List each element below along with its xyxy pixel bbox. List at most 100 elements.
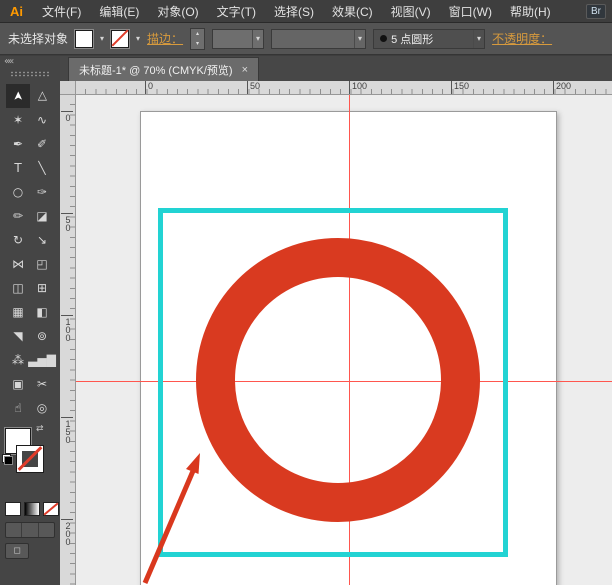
- red-ring-shape[interactable]: [196, 238, 480, 522]
- brush-caret-icon[interactable]: ▾: [473, 29, 484, 48]
- column-graph-tool-icon: ▃▅▇: [28, 353, 56, 367]
- slice-tool[interactable]: ✂: [30, 372, 54, 396]
- screen-mode-icon: ◻: [13, 546, 21, 556]
- free-transform-tool[interactable]: ◰: [30, 252, 54, 276]
- screen-mode-button[interactable]: ◻: [5, 543, 29, 559]
- pen-tool-icon: ✒: [12, 137, 24, 151]
- artboard-tool[interactable]: ▣: [6, 372, 30, 396]
- shape-builder-tool[interactable]: ◫: [6, 276, 30, 300]
- illustrator-logo: Ai: [10, 3, 23, 19]
- horizontal-ruler[interactable]: 0 50 100 150 200: [76, 81, 612, 95]
- weight-caret-icon[interactable]: ▾: [252, 29, 263, 48]
- eyedropper-tool-icon: ◥: [13, 329, 23, 343]
- default-fill-stroke-icon[interactable]: [2, 454, 13, 465]
- color-button[interactable]: [5, 502, 21, 516]
- canvas-area[interactable]: [76, 95, 612, 585]
- gradient-button[interactable]: [24, 502, 40, 516]
- brush-preview-dot-icon: [380, 35, 388, 42]
- width-tool[interactable]: ⋈: [6, 252, 30, 276]
- menu-view[interactable]: 视图(V): [382, 3, 440, 20]
- blend-tool[interactable]: ⊚: [30, 324, 54, 348]
- mesh-tool[interactable]: ▦: [6, 300, 30, 324]
- menu-effect[interactable]: 效果(C): [323, 3, 382, 20]
- gradient-tool-icon: ◧: [36, 305, 48, 319]
- swap-fill-stroke-icon[interactable]: ⇄: [36, 424, 44, 434]
- menu-select[interactable]: 选择(S): [265, 3, 323, 20]
- menu-file[interactable]: 文件(F): [33, 3, 90, 20]
- tab-close-icon[interactable]: ×: [242, 64, 248, 76]
- magic-wand-tool[interactable]: ✶: [6, 108, 30, 132]
- paintbrush-tool[interactable]: ✑: [30, 180, 54, 204]
- stroke-color-swatch[interactable]: [111, 29, 130, 48]
- ellipse-tool[interactable]: ○: [6, 180, 30, 204]
- h-ruler-label: 200: [553, 81, 571, 94]
- rotate-tool[interactable]: ↻: [6, 228, 30, 252]
- opacity-panel-link[interactable]: 不透明度：: [492, 30, 552, 47]
- hand-tool[interactable]: ☝: [6, 396, 30, 420]
- menu-edit[interactable]: 编辑(E): [90, 3, 148, 20]
- illustrator-window: Ai 文件(F) 编辑(E) 对象(O) 文字(T) 选择(S) 效果(C) 视…: [0, 0, 612, 585]
- panel-grip-handle[interactable]: [10, 71, 50, 77]
- fill-color-swatch[interactable]: [75, 29, 94, 48]
- type-tool[interactable]: T: [6, 156, 30, 180]
- fill-caret-icon[interactable]: ▾: [100, 34, 104, 43]
- collapse-panel-icon[interactable]: ««: [4, 56, 14, 67]
- eraser-tool-icon: ◪: [36, 209, 48, 223]
- annotation-arrow-line: [142, 470, 196, 584]
- draw-inside-button[interactable]: [39, 523, 54, 537]
- blob-brush-tool[interactable]: ✐: [30, 132, 54, 156]
- brush-name: 5 点圆形: [391, 33, 434, 46]
- v-ruler-label: 50: [61, 213, 73, 231]
- stepper-down-icon[interactable]: ▾: [191, 39, 204, 49]
- column-graph-tool[interactable]: ▃▅▇: [28, 348, 56, 372]
- zoom-tool[interactable]: ◎: [30, 396, 54, 420]
- stroke-swatch[interactable]: [16, 445, 44, 473]
- selection-tool[interactable]: ➤: [6, 84, 30, 108]
- stroke-panel-link[interactable]: 描边：: [147, 30, 183, 47]
- lasso-tool[interactable]: ∿: [30, 108, 54, 132]
- h-ruler-label: 100: [349, 81, 367, 94]
- eraser-tool[interactable]: ◪: [30, 204, 54, 228]
- line-segment-tool-icon: ╲: [38, 161, 46, 175]
- draw-behind-button[interactable]: [22, 523, 39, 537]
- width-tool-icon: ⋈: [12, 257, 24, 271]
- scale-tool[interactable]: ↘: [30, 228, 54, 252]
- default-stroke-mini: [4, 456, 13, 465]
- eyedropper-tool[interactable]: ◥: [6, 324, 30, 348]
- brush-definition-dropdown[interactable]: 5 点圆形 ▾: [373, 28, 486, 49]
- menu-object[interactable]: 对象(O): [148, 3, 207, 20]
- v-ruler-label: 100: [61, 315, 73, 341]
- pen-tool[interactable]: ✒: [6, 132, 30, 156]
- stroke-caret-icon[interactable]: ▾: [136, 34, 140, 43]
- menu-type[interactable]: 文字(T): [208, 3, 265, 20]
- menu-window[interactable]: 窗口(W): [440, 3, 501, 20]
- stroke-weight-stepper[interactable]: ▴ ▾: [190, 27, 206, 50]
- document-tab[interactable]: 未标题-1* @ 70% (CMYK/预览) ×: [68, 57, 260, 81]
- profile-caret-icon[interactable]: ▾: [354, 29, 365, 48]
- v-ruler-label: 200: [61, 519, 73, 545]
- menu-help[interactable]: 帮助(H): [501, 3, 560, 20]
- line-segment-tool[interactable]: ╲: [30, 156, 54, 180]
- h-ruler-label: 150: [451, 81, 469, 94]
- mesh-tool-icon: ▦: [12, 305, 24, 319]
- menu-bar: Ai 文件(F) 编辑(E) 对象(O) 文字(T) 选择(S) 效果(C) 视…: [0, 0, 612, 23]
- vertical-ruler[interactable]: 0 50 100 150 200: [60, 95, 76, 585]
- bridge-button[interactable]: Br: [586, 3, 606, 19]
- selection-status: 未选择对象: [8, 32, 69, 46]
- direct-selection-tool[interactable]: ▷: [30, 84, 54, 108]
- perspective-grid-tool-icon: ⊞: [36, 281, 48, 295]
- none-button[interactable]: [43, 502, 59, 516]
- v-ruler-label: 0: [61, 111, 73, 121]
- draw-normal-button[interactable]: [6, 523, 23, 537]
- pencil-tool-icon: ✏: [12, 209, 24, 223]
- perspective-grid-tool[interactable]: ⊞: [30, 276, 54, 300]
- selection-tool-icon: ➤: [11, 90, 25, 102]
- pencil-tool[interactable]: ✏: [6, 204, 30, 228]
- stroke-weight-dropdown[interactable]: ▾: [212, 28, 265, 49]
- h-ruler-label: 50: [247, 81, 260, 94]
- width-profile-dropdown[interactable]: ▾: [271, 28, 367, 49]
- symbol-sprayer-tool[interactable]: ⁂: [6, 348, 30, 372]
- stepper-up-icon[interactable]: ▴: [191, 29, 204, 39]
- ruler-origin-corner[interactable]: [60, 81, 76, 95]
- gradient-tool[interactable]: ◧: [30, 300, 54, 324]
